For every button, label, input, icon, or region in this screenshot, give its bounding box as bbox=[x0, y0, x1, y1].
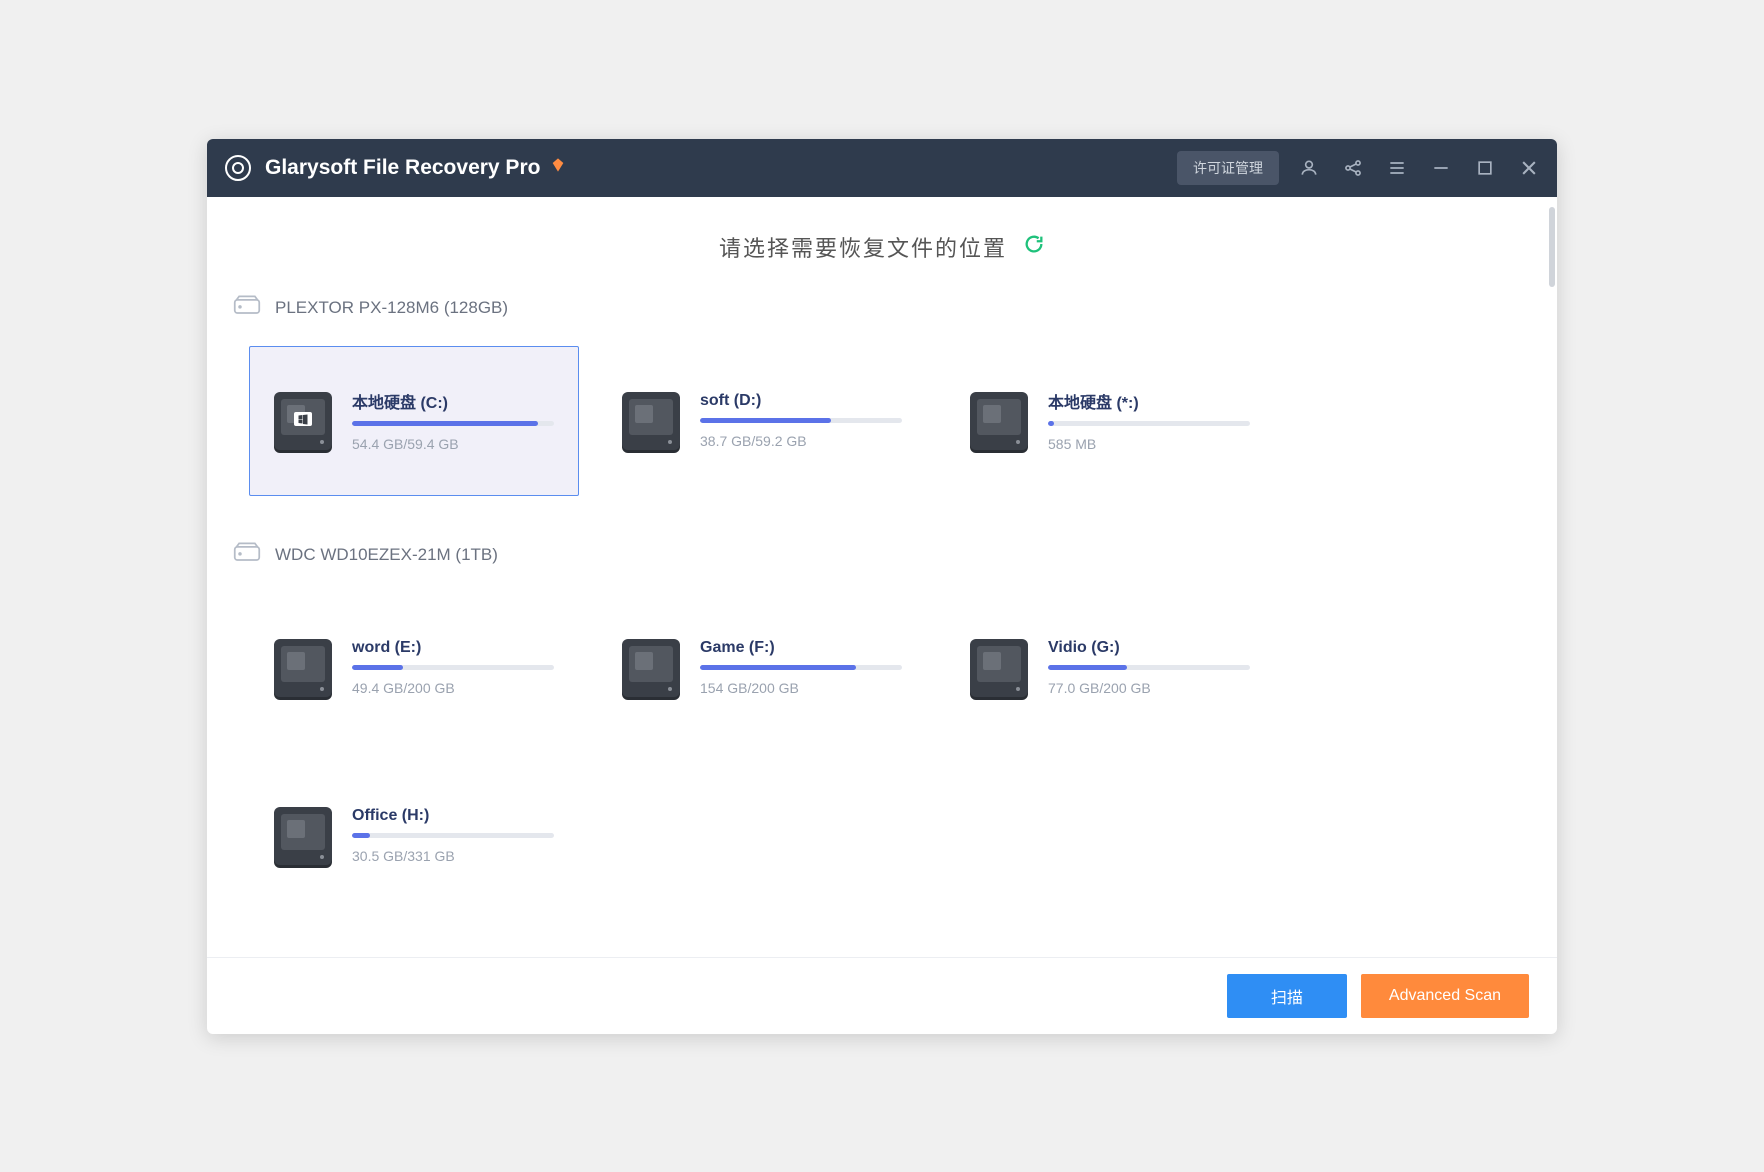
disk-drive-icon bbox=[233, 542, 261, 569]
partition-drive-icon bbox=[274, 392, 332, 450]
partition-card[interactable]: Office (H:) 30.5 GB/331 GB bbox=[249, 761, 579, 911]
diamond-icon bbox=[550, 157, 566, 178]
app-title: Glarysoft File Recovery Pro bbox=[265, 156, 540, 180]
disk-section: PLEXTOR PX-128M6 (128GB) 本地硬盘 (C:) 54.4 GB… bbox=[221, 287, 1543, 526]
disk-name: WDC WD10EZEX-21M (1TB) bbox=[275, 545, 498, 565]
partition-label: 本地硬盘 (C:) bbox=[352, 389, 554, 413]
partition-info: word (E:) 49.4 GB/200 GB bbox=[352, 639, 554, 696]
partition-info: 本地硬盘 (C:) 54.4 GB/59.4 GB bbox=[352, 389, 554, 452]
partition-drive-icon bbox=[274, 639, 332, 697]
partition-grid: 本地硬盘 (C:) 54.4 GB/59.4 GB soft (D:) 38.7 GB… bbox=[221, 346, 1543, 526]
close-icon[interactable] bbox=[1519, 158, 1539, 178]
usage-bar bbox=[352, 421, 554, 426]
minimize-icon[interactable] bbox=[1431, 158, 1451, 178]
usage-bar bbox=[352, 833, 554, 838]
refresh-icon[interactable] bbox=[1023, 233, 1045, 260]
user-icon[interactable] bbox=[1299, 158, 1319, 178]
partition-label: 本地硬盘 (*:) bbox=[1048, 389, 1250, 413]
usage-bar bbox=[1048, 421, 1250, 426]
disk-header: WDC WD10EZEX-21M (1TB) bbox=[221, 534, 1543, 577]
disk-list: PLEXTOR PX-128M6 (128GB) 本地硬盘 (C:) 54.4 GB… bbox=[207, 287, 1557, 957]
footer: 扫描 Advanced Scan bbox=[207, 957, 1557, 1034]
disk-name: PLEXTOR PX-128M6 (128GB) bbox=[275, 298, 508, 318]
heading-row: 请选择需要恢复文件的位置 bbox=[207, 231, 1557, 263]
partition-label: word (E:) bbox=[352, 639, 554, 657]
usage-bar bbox=[700, 665, 902, 670]
partition-size: 54.4 GB/59.4 GB bbox=[352, 436, 554, 452]
menu-icon[interactable] bbox=[1387, 158, 1407, 178]
page-heading: 请选择需要恢复文件的位置 bbox=[719, 231, 1007, 263]
partition-size: 77.0 GB/200 GB bbox=[1048, 680, 1250, 696]
partition-size: 38.7 GB/59.2 GB bbox=[700, 433, 902, 449]
app-window: Glarysoft File Recovery Pro 许可证管理 请选择需要恢… bbox=[207, 139, 1557, 1034]
advanced-scan-button[interactable]: Advanced Scan bbox=[1361, 974, 1529, 1018]
disk-section: WDC WD10EZEX-21M (1TB) word (E:) 49.4 GB/2… bbox=[221, 534, 1543, 941]
partition-label: soft (D:) bbox=[700, 392, 902, 410]
scan-button[interactable]: 扫描 bbox=[1227, 974, 1347, 1018]
app-logo-icon bbox=[225, 155, 251, 181]
partition-info: Office (H:) 30.5 GB/331 GB bbox=[352, 807, 554, 864]
usage-bar bbox=[352, 665, 554, 670]
content-area: 请选择需要恢复文件的位置 PLEXTOR PX-128M6 (128GB) 本地硬… bbox=[207, 197, 1557, 957]
titlebar-controls bbox=[1299, 158, 1539, 178]
disk-header: PLEXTOR PX-128M6 (128GB) bbox=[221, 287, 1543, 330]
partition-info: soft (D:) 38.7 GB/59.2 GB bbox=[700, 392, 902, 449]
partition-grid: word (E:) 49.4 GB/200 GB Game (F:) 154 GB/2… bbox=[221, 593, 1543, 941]
usage-bar bbox=[700, 418, 902, 423]
usage-bar bbox=[1048, 665, 1250, 670]
partition-label: Game (F:) bbox=[700, 639, 902, 657]
partition-info: 本地硬盘 (*:) 585 MB bbox=[1048, 389, 1250, 452]
disk-drive-icon bbox=[233, 295, 261, 322]
partition-drive-icon bbox=[970, 639, 1028, 697]
share-icon[interactable] bbox=[1343, 158, 1363, 178]
scrollbar-thumb[interactable] bbox=[1549, 207, 1555, 287]
partition-card[interactable]: word (E:) 49.4 GB/200 GB bbox=[249, 593, 579, 743]
maximize-icon[interactable] bbox=[1475, 158, 1495, 178]
partition-drive-icon bbox=[970, 392, 1028, 450]
partition-drive-icon bbox=[622, 639, 680, 697]
partition-card[interactable]: soft (D:) 38.7 GB/59.2 GB bbox=[597, 346, 927, 496]
partition-drive-icon bbox=[622, 392, 680, 450]
partition-card[interactable]: Vidio (G:) 77.0 GB/200 GB bbox=[945, 593, 1275, 743]
partition-info: Game (F:) 154 GB/200 GB bbox=[700, 639, 902, 696]
partition-label: Office (H:) bbox=[352, 807, 554, 825]
license-button[interactable]: 许可证管理 bbox=[1177, 151, 1279, 185]
partition-drive-icon bbox=[274, 807, 332, 865]
partition-size: 30.5 GB/331 GB bbox=[352, 848, 554, 864]
partition-size: 49.4 GB/200 GB bbox=[352, 680, 554, 696]
partition-info: Vidio (G:) 77.0 GB/200 GB bbox=[1048, 639, 1250, 696]
titlebar: Glarysoft File Recovery Pro 许可证管理 bbox=[207, 139, 1557, 197]
partition-card[interactable]: 本地硬盘 (C:) 54.4 GB/59.4 GB bbox=[249, 346, 579, 496]
partition-size: 154 GB/200 GB bbox=[700, 680, 902, 696]
partition-card[interactable]: Game (F:) 154 GB/200 GB bbox=[597, 593, 927, 743]
partition-card[interactable]: 本地硬盘 (*:) 585 MB bbox=[945, 346, 1275, 496]
partition-size: 585 MB bbox=[1048, 436, 1250, 452]
partition-label: Vidio (G:) bbox=[1048, 639, 1250, 657]
